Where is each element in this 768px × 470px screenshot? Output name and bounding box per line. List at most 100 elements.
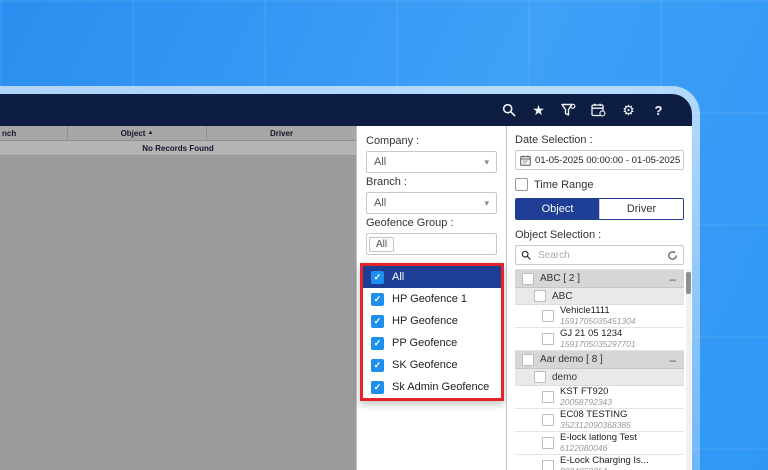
- table-empty-area: [0, 156, 356, 470]
- geofence-group-label: Geofence Group :: [366, 217, 497, 229]
- search-icon: [521, 250, 531, 260]
- tree-subgroup-row[interactable]: demo: [515, 369, 684, 386]
- company-select-value: All: [374, 156, 386, 168]
- date-range-input[interactable]: 01-05-2025 00:00:00 - 01-05-2025 13:41: [515, 150, 684, 170]
- geofence-option[interactable]: ✓ All: [363, 266, 501, 288]
- vehicle-code: 1591705035297701: [560, 340, 636, 349]
- geofence-group-input[interactable]: All: [366, 233, 497, 255]
- checkbox-unchecked-icon[interactable]: [534, 290, 546, 302]
- checkbox-unchecked-icon[interactable]: [542, 333, 554, 345]
- checkbox-unchecked-icon[interactable]: [522, 273, 534, 285]
- checkbox-checked-icon[interactable]: ✓: [371, 293, 384, 306]
- vehicle-name: E-lock latlong Test: [560, 433, 637, 443]
- column-header-driver[interactable]: Driver: [207, 126, 356, 140]
- no-records-row: No Records Found: [0, 141, 356, 156]
- column-header-branch[interactable]: nch: [0, 126, 68, 140]
- window-content: nch Object ▲ Driver No Records Found Com…: [0, 126, 692, 470]
- vehicle-code: 8024060254: [560, 467, 649, 470]
- chevron-down-icon: ▾: [484, 198, 489, 209]
- tree-group-row[interactable]: ABC [ 2 ] –: [515, 270, 684, 288]
- vehicle-name: GJ 21 05 1234: [560, 329, 636, 339]
- tree-subgroup-label: demo: [552, 372, 577, 383]
- selection-panel: Date Selection : 01-05-2025 00:00:00 - 0…: [506, 126, 692, 470]
- checkbox-unchecked-icon[interactable]: [515, 178, 528, 191]
- tree-vehicle-row[interactable]: E-lock latlong Test 6122080046: [515, 432, 684, 455]
- collapse-minus-icon[interactable]: –: [669, 354, 676, 366]
- checkbox-checked-icon[interactable]: ✓: [371, 271, 384, 284]
- checkbox-unchecked-icon[interactable]: [542, 460, 554, 470]
- sort-asc-icon: ▲: [147, 130, 153, 136]
- search-icon[interactable]: [501, 103, 516, 118]
- geofence-group-dropdown: ✓ All ✓ HP Geofence 1 ✓ HP Geofence ✓ PP…: [360, 263, 504, 401]
- collapse-minus-icon[interactable]: –: [669, 273, 676, 285]
- geofence-option-label: All: [392, 271, 404, 283]
- star-icon[interactable]: ★: [531, 103, 546, 118]
- tree-group-label: Aar demo [ 8 ]: [540, 354, 603, 365]
- app-window-frame: ★ ⚙ ? nch Object ▲ Driver: [0, 86, 700, 470]
- checkbox-checked-icon[interactable]: ✓: [371, 337, 384, 350]
- tree-subgroup-label: ABC: [552, 291, 573, 302]
- checkbox-unchecked-icon[interactable]: [522, 354, 534, 366]
- tree-group-row[interactable]: Aar demo [ 8 ] –: [515, 351, 684, 369]
- scrollbar-thumb[interactable]: [686, 272, 691, 294]
- calendar-icon: [520, 155, 531, 166]
- tree-vehicle-row[interactable]: GJ 21 05 1234 1591705035297701: [515, 328, 684, 351]
- tree-subgroup-row[interactable]: ABC: [515, 288, 684, 305]
- object-driver-tabs: Object Driver: [515, 198, 684, 220]
- branch-select[interactable]: All ▾: [366, 192, 497, 214]
- tab-object[interactable]: Object: [516, 199, 599, 219]
- app-window: ★ ⚙ ? nch Object ▲ Driver: [0, 94, 692, 470]
- tree-vehicle-row[interactable]: E-Lock Charging Is... 8024060254: [515, 455, 684, 470]
- table-header-row: nch Object ▲ Driver: [0, 126, 356, 141]
- vehicle-code: 20058792343: [560, 398, 612, 407]
- geofence-option[interactable]: ✓ PP Geofence: [363, 332, 501, 354]
- branch-label: Branch :: [366, 176, 497, 188]
- tab-driver[interactable]: Driver: [599, 199, 683, 219]
- time-range-label: Time Range: [534, 179, 594, 191]
- company-label: Company :: [366, 135, 497, 147]
- vehicle-code: 352312090368385: [560, 421, 631, 430]
- date-range-value: 01-05-2025 00:00:00 - 01-05-2025 13:41: [535, 155, 684, 166]
- checkbox-checked-icon[interactable]: ✓: [371, 315, 384, 328]
- geofence-option-label: HP Geofence: [392, 315, 458, 327]
- refresh-icon[interactable]: [667, 250, 678, 261]
- tree-vehicle-row[interactable]: KST FT920 20058792343: [515, 386, 684, 409]
- geofence-option[interactable]: ✓ Sk Admin Geofence: [363, 376, 501, 398]
- checkbox-unchecked-icon[interactable]: [542, 310, 554, 322]
- settings-gear-icon[interactable]: ⚙: [621, 103, 636, 118]
- vehicle-code: 6122080046: [560, 444, 637, 453]
- help-icon[interactable]: ?: [651, 103, 666, 118]
- checkbox-unchecked-icon[interactable]: [542, 437, 554, 449]
- time-range-checkbox[interactable]: Time Range: [515, 178, 684, 191]
- geofence-option[interactable]: ✓ HP Geofence 1: [363, 288, 501, 310]
- checkbox-unchecked-icon[interactable]: [542, 391, 554, 403]
- results-table: nch Object ▲ Driver No Records Found: [0, 126, 356, 470]
- branch-select-value: All: [374, 197, 386, 209]
- date-selection-label: Date Selection :: [515, 134, 684, 146]
- vehicle-name: E-Lock Charging Is...: [560, 456, 649, 466]
- company-select[interactable]: All ▾: [366, 151, 497, 173]
- object-tree: ABC [ 2 ] – ABC Vehicle1111 159170503545…: [515, 269, 684, 470]
- tree-vehicle-row[interactable]: Vehicle1111 1591705035451304: [515, 305, 684, 328]
- vehicle-name: KST FT920: [560, 387, 612, 397]
- vehicle-code: 1591705035451304: [560, 317, 636, 326]
- filter-icon[interactable]: [561, 103, 576, 118]
- tree-scrollbar[interactable]: [686, 269, 691, 470]
- schedule-report-icon[interactable]: [591, 103, 606, 118]
- geofence-option-label: SK Geofence: [392, 359, 457, 371]
- titlebar: ★ ⚙ ?: [0, 94, 692, 126]
- geofence-option-label: PP Geofence: [392, 337, 457, 349]
- object-search-input[interactable]: [536, 249, 662, 262]
- object-selection-label: Object Selection :: [515, 229, 684, 241]
- vehicle-name: Vehicle1111: [560, 306, 636, 316]
- geofence-option[interactable]: ✓ HP Geofence: [363, 310, 501, 332]
- checkbox-unchecked-icon[interactable]: [542, 414, 554, 426]
- chevron-down-icon: ▾: [484, 157, 489, 168]
- column-header-object[interactable]: Object ▲: [68, 126, 207, 140]
- geofence-option[interactable]: ✓ SK Geofence: [363, 354, 501, 376]
- checkbox-checked-icon[interactable]: ✓: [371, 381, 384, 394]
- geofence-group-chip[interactable]: All: [369, 237, 394, 252]
- tree-vehicle-row[interactable]: EC08 TESTING 352312090368385: [515, 409, 684, 432]
- checkbox-checked-icon[interactable]: ✓: [371, 359, 384, 372]
- checkbox-unchecked-icon[interactable]: [534, 371, 546, 383]
